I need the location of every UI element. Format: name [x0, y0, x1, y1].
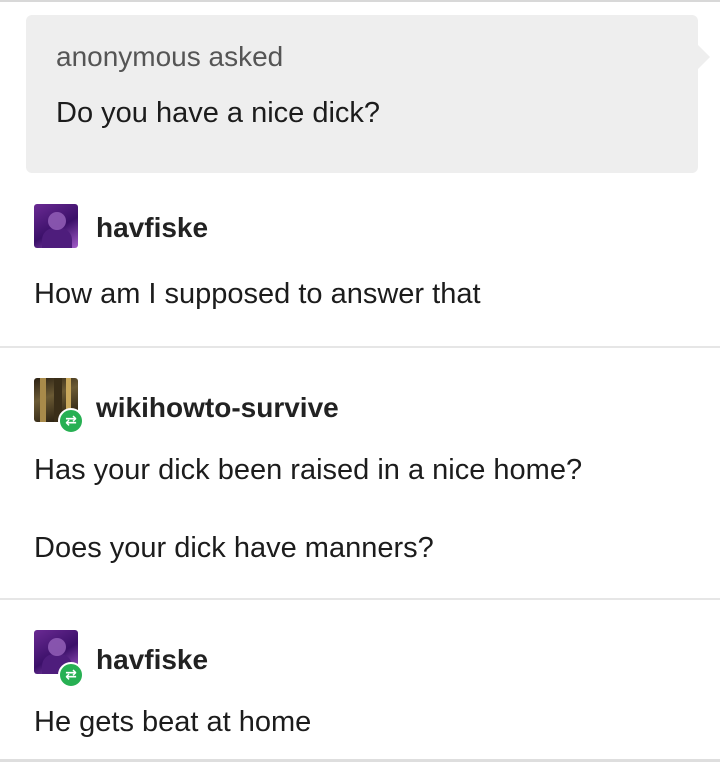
- reblog-icon: ⇄: [58, 662, 84, 688]
- asker-label: anonymous asked: [56, 41, 284, 72]
- ask-question: Do you have a nice dick?: [56, 97, 381, 129]
- avatar-detail: [40, 378, 46, 422]
- avatar-figure-body: [42, 228, 72, 248]
- user-avatar[interactable]: [34, 204, 78, 248]
- avatar-figure-head: [48, 212, 66, 230]
- ask-box: anonymous asked Do you have a nice dick?: [26, 15, 710, 173]
- username-link[interactable]: wikihowto-survive: [96, 392, 339, 424]
- reply-text: How am I supposed to answer that: [34, 278, 481, 310]
- top-divider: [0, 0, 720, 2]
- username-link[interactable]: havfiske: [96, 212, 208, 244]
- avatar-figure-head: [48, 638, 66, 656]
- username-link[interactable]: havfiske: [96, 644, 208, 676]
- reply-divider: [0, 598, 720, 600]
- reply-text: He gets beat at home: [34, 706, 312, 738]
- reply-text-line-2: Does your dick have manners?: [34, 532, 434, 564]
- ask-bubble-pointer: [698, 45, 710, 69]
- reblog-icon: ⇄: [58, 408, 84, 434]
- reply-divider: [0, 346, 720, 348]
- tumblr-post: anonymous asked Do you have a nice dick?…: [0, 0, 720, 762]
- reply-text-line-1: Has your dick been raised in a nice home…: [34, 454, 583, 486]
